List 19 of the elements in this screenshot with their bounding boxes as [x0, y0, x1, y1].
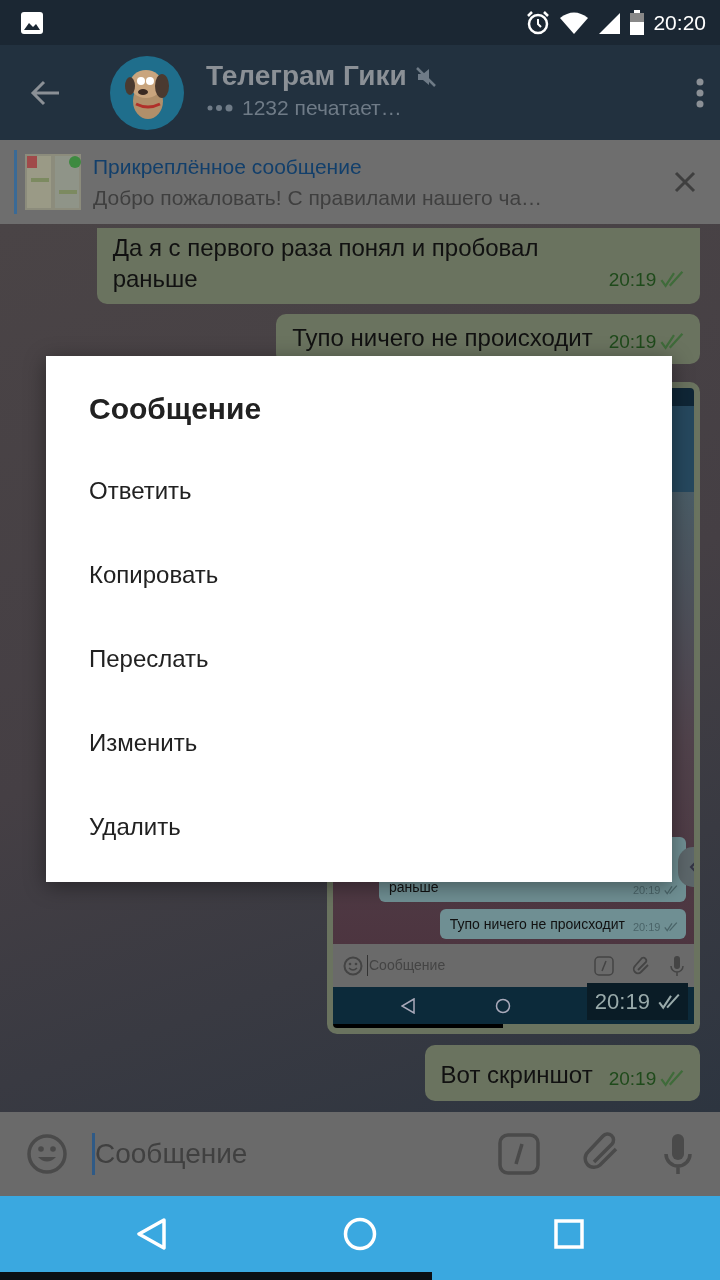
chat-subtitle: 1232 печатает…	[242, 95, 402, 122]
badge-time: 20:19	[594, 988, 650, 1016]
message-text: Да я с первого раза понял и пробовал раньше	[112, 232, 540, 294]
menu-item[interactable]: Ответить	[89, 449, 629, 533]
pinned-title: Прикреплённое сообщение	[93, 153, 363, 180]
message-text: раньше	[389, 878, 440, 897]
message-text: Тупо ничего не происходит	[449, 915, 625, 934]
message-time: 20:19	[608, 329, 657, 354]
menu-item[interactable]: Переслать	[89, 617, 629, 701]
message-time: 20:19	[608, 267, 657, 292]
dialog-title: Сообщение	[89, 391, 263, 427]
chat-title: Телеграм Гики	[206, 61, 407, 93]
clock: 20:20	[653, 9, 706, 36]
menu-item[interactable]: Удалить	[89, 785, 629, 869]
menu-item[interactable]: Изменить	[89, 701, 629, 785]
message-time: 20:19	[608, 1066, 657, 1091]
message-text: Тупо ничего не происходит	[292, 323, 593, 353]
menu-item[interactable]: Копировать	[89, 533, 629, 617]
message-text: Вот скриншот	[440, 1060, 593, 1090]
